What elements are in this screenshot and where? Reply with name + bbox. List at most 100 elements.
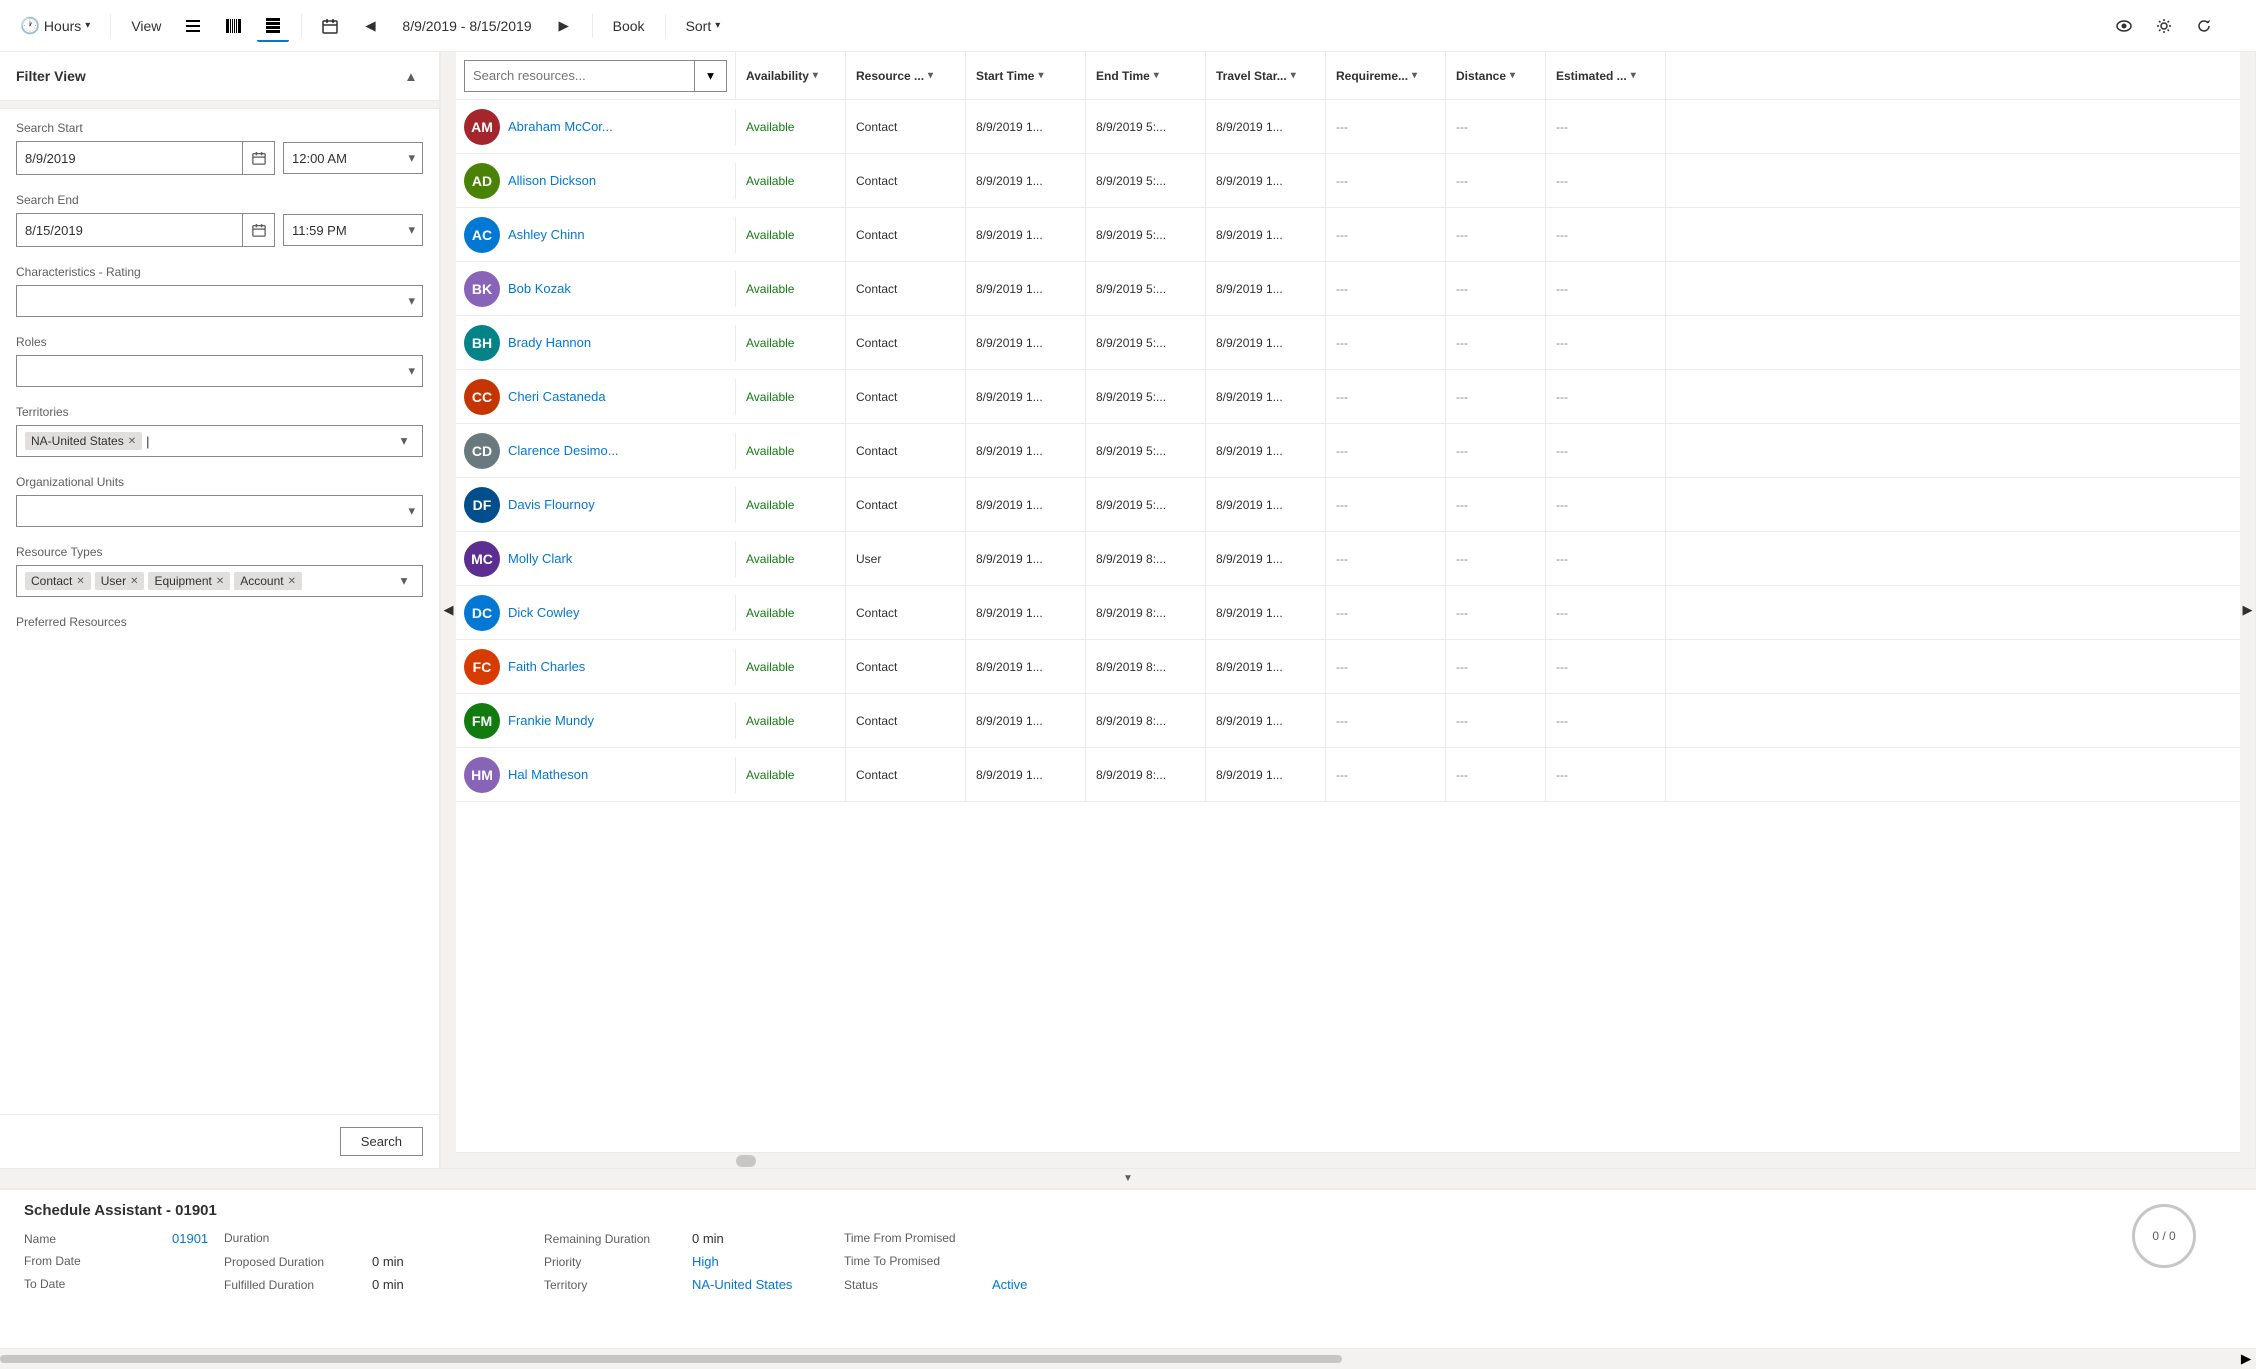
table-row[interactable]: FM Frankie Mundy Available Contact 8/9/2… (456, 694, 2240, 748)
cell-requirement: --- (1326, 748, 1446, 801)
cell-travel-start: 8/9/2019 1... (1206, 208, 1326, 261)
roles-select[interactable] (16, 355, 423, 387)
view-label: View (131, 18, 161, 34)
calendar-icon (252, 223, 266, 237)
list-view-button[interactable] (177, 10, 209, 42)
cell-start-time: 8/9/2019 1... (966, 100, 1086, 153)
resource-name: Abraham McCor... (508, 119, 613, 134)
filter-footer: Search (0, 1114, 439, 1168)
cell-availability: Available (736, 748, 846, 801)
org-units-select-wrapper (16, 495, 423, 527)
sort-button[interactable]: Sort ▾ (678, 14, 729, 38)
cell-start-time: 8/9/2019 1... (966, 424, 1086, 477)
table-row[interactable]: BK Bob Kozak Available Contact 8/9/2019 … (456, 262, 2240, 316)
preferred-resources-label: Preferred Resources (16, 615, 423, 629)
right-collapse-arrow[interactable]: ▶ (2240, 52, 2256, 1168)
col-header-resource-type[interactable]: Resource ... ▾ (846, 52, 966, 99)
col-header-end-time[interactable]: End Time ▾ (1086, 52, 1206, 99)
cell-estimated: --- (1546, 748, 1666, 801)
table-row[interactable]: BH Brady Hannon Available Contact 8/9/20… (456, 316, 2240, 370)
table-row[interactable]: AC Ashley Chinn Available Contact 8/9/20… (456, 208, 2240, 262)
resource-types-tags-container[interactable]: Contact ✕ User ✕ Equipment ✕ Account (16, 565, 423, 597)
tag-equipment-remove[interactable]: ✕ (216, 576, 224, 587)
territory-value[interactable]: NA-United States (692, 1277, 792, 1292)
fulfilled-duration-value: 0 min (372, 1277, 404, 1292)
table-row[interactable]: HM Hal Matheson Available Contact 8/9/20… (456, 748, 2240, 802)
table-view-button[interactable] (257, 10, 289, 42)
next-week-button[interactable]: ▶ (548, 10, 580, 42)
table-row[interactable]: DC Dick Cowley Available Contact 8/9/201… (456, 586, 2240, 640)
bottom-horizontal-scrollbar[interactable]: ▶ (0, 1348, 2256, 1368)
search-resources-input[interactable] (464, 60, 695, 92)
refresh-button[interactable] (2188, 10, 2220, 42)
col-header-availability[interactable]: Availability ▾ (736, 52, 846, 99)
dropdown-icon: ▾ (707, 68, 714, 84)
cell-distance: --- (1446, 748, 1546, 801)
name-value[interactable]: 01901 (172, 1231, 208, 1246)
tag-user-remove[interactable]: ✕ (130, 576, 138, 587)
hours-button[interactable]: 🕐 Hours ▾ (12, 12, 98, 40)
calendar-button[interactable] (314, 10, 346, 42)
scroll-right-button[interactable]: ▶ (2236, 1349, 2256, 1369)
view-button[interactable]: View (123, 14, 169, 38)
settings-button[interactable] (2148, 10, 2180, 42)
search-resources-button[interactable]: ▾ (695, 60, 727, 92)
tag-contact-remove[interactable]: ✕ (76, 576, 84, 587)
resource-name: Clarence Desimo... (508, 443, 619, 458)
progress-circle: 0 / 0 (2132, 1204, 2196, 1268)
characteristics-select-wrapper (16, 285, 423, 317)
cell-start-time: 8/9/2019 1... (966, 154, 1086, 207)
tag-account-remove[interactable]: ✕ (288, 576, 296, 587)
filter-collapse-button[interactable]: ▲ (399, 64, 423, 88)
col-start-time-label: Start Time (976, 69, 1034, 83)
table-row[interactable]: DF Davis Flournoy Available Contact 8/9/… (456, 478, 2240, 532)
territories-label: Territories (16, 405, 423, 419)
horizontal-scrollbar[interactable] (456, 1152, 2240, 1168)
time-to-promised-field: Time To Promised (844, 1254, 1124, 1269)
priority-value[interactable]: High (692, 1254, 719, 1269)
search-start-calendar-button[interactable] (242, 142, 274, 174)
col-header-estimated[interactable]: Estimated ... ▾ (1546, 52, 1666, 99)
territories-dropdown-button[interactable]: ▾ (394, 431, 414, 451)
grid-view-button[interactable] (217, 10, 249, 42)
resource-name: Cheri Castaneda (508, 389, 606, 404)
table-row[interactable]: FC Faith Charles Available Contact 8/9/2… (456, 640, 2240, 694)
remaining-duration-field: Remaining Duration 0 min (544, 1231, 824, 1246)
left-collapse-arrow[interactable]: ◀ (440, 52, 456, 1168)
view-toggle-icon-button[interactable] (2108, 10, 2140, 42)
search-start-time-select[interactable]: 12:00 AM (283, 142, 423, 174)
cell-requirement: --- (1326, 316, 1446, 369)
search-button[interactable]: Search (340, 1127, 423, 1156)
table-row[interactable]: AM Abraham McCor... Available Contact 8/… (456, 100, 2240, 154)
characteristics-select[interactable] (16, 285, 423, 317)
cell-end-time: 8/9/2019 5:... (1086, 424, 1206, 477)
org-units-select[interactable] (16, 495, 423, 527)
table-row[interactable]: MC Molly Clark Available User 8/9/2019 1… (456, 532, 2240, 586)
col-header-start-time[interactable]: Start Time ▾ (966, 52, 1086, 99)
col-header-requirement[interactable]: Requireme... ▾ (1326, 52, 1446, 99)
cell-distance: --- (1446, 478, 1546, 531)
search-end-time-select[interactable]: 11:59 PM (283, 214, 423, 246)
table-row[interactable]: CC Cheri Castaneda Available Contact 8/9… (456, 370, 2240, 424)
resource-types-dropdown-button[interactable]: ▾ (394, 571, 414, 591)
territories-tags-container[interactable]: NA-United States ✕ | ▾ (16, 425, 423, 457)
book-button[interactable]: Book (605, 14, 653, 38)
expand-row[interactable]: ▼ (0, 1168, 2256, 1188)
cell-requirement: --- (1326, 100, 1446, 153)
cell-estimated: --- (1546, 208, 1666, 261)
sort-availability-icon: ▾ (813, 70, 818, 81)
table-row[interactable]: AD Allison Dickson Available Contact 8/9… (456, 154, 2240, 208)
col-header-distance[interactable]: Distance ▾ (1446, 52, 1546, 99)
col-header-travel-start[interactable]: Travel Star... ▾ (1206, 52, 1326, 99)
search-start-date-input[interactable] (17, 142, 242, 174)
prev-week-button[interactable]: ◀ (354, 10, 386, 42)
cell-availability: Available (736, 370, 846, 423)
search-end-date-input[interactable] (17, 214, 242, 246)
col-travel-start-label: Travel Star... (1216, 69, 1287, 83)
cell-resource-type: Contact (846, 478, 966, 531)
status-value[interactable]: Active (992, 1277, 1027, 1292)
table-row[interactable]: CD Clarence Desimo... Available Contact … (456, 424, 2240, 478)
search-end-calendar-button[interactable] (242, 214, 274, 246)
cell-requirement: --- (1326, 262, 1446, 315)
territory-tag-remove[interactable]: ✕ (128, 436, 136, 447)
